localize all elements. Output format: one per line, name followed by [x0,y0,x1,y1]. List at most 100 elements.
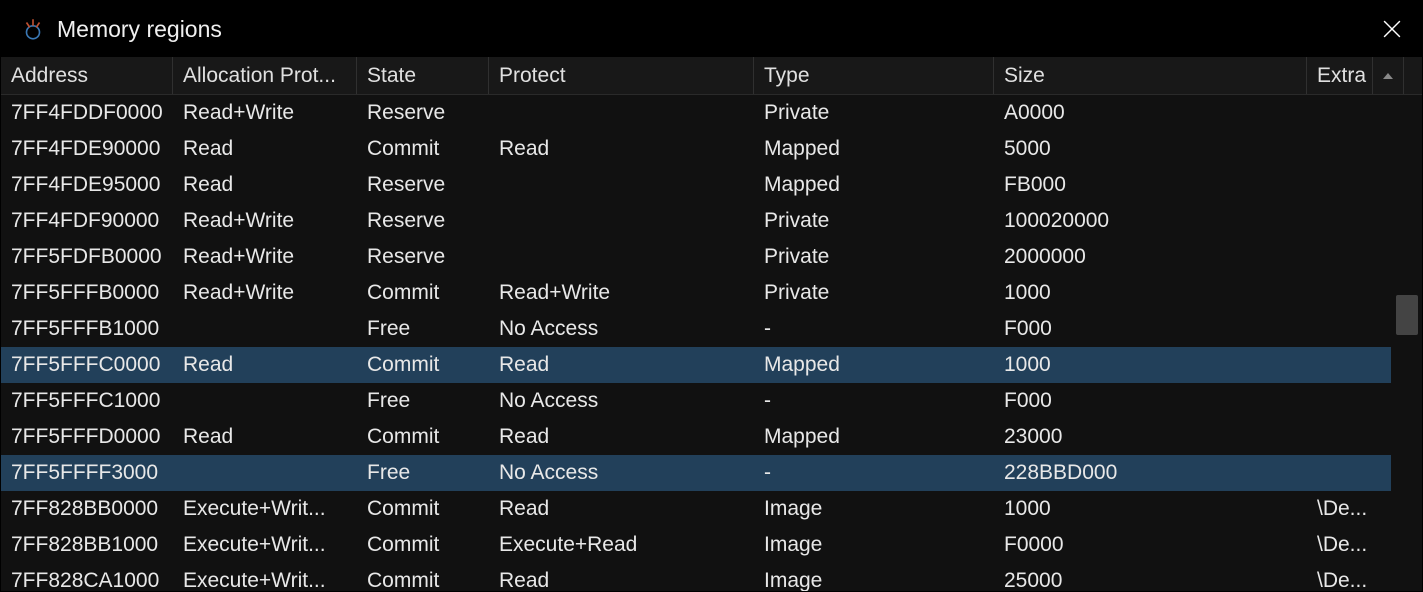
cell-state: Commit [357,527,489,563]
cell-address: 7FF5FFFC0000 [1,347,173,383]
cell-state: Commit [357,419,489,455]
cell-protect: No Access [489,311,754,347]
cell-extra [1307,311,1373,347]
cell-protect [489,203,754,239]
header-extra[interactable]: Extra [1307,57,1373,94]
table-row[interactable]: 7FF4FDE90000ReadCommitReadMapped5000 [1,131,1422,167]
cell-size: 2000000 [994,239,1307,275]
cell-size: 25000 [994,563,1307,591]
table-row[interactable]: 7FF5FDFB0000Read+WriteReservePrivate2000… [1,239,1422,275]
table-row[interactable]: 7FF5FFFB1000FreeNo Access-F000 [1,311,1422,347]
table-row[interactable]: 7FF828BB0000Execute+Writ...CommitReadIma… [1,491,1422,527]
cell-state: Free [357,311,489,347]
cell-type: Mapped [754,347,994,383]
table-row[interactable]: 7FF5FFFD0000ReadCommitReadMapped23000 [1,419,1422,455]
cell-alloc: Read [173,131,357,167]
table-row[interactable]: 7FF828CA1000Execute+Writ...CommitReadIma… [1,563,1422,591]
cell-alloc: Read+Write [173,239,357,275]
cell-size: 1000 [994,491,1307,527]
cell-state: Commit [357,131,489,167]
cell-state: Reserve [357,203,489,239]
cell-extra: \De... [1307,491,1373,527]
table-row[interactable]: 7FF4FDF90000Read+WriteReservePrivate1000… [1,203,1422,239]
cell-state: Reserve [357,239,489,275]
cell-protect: Read [489,419,754,455]
cell-alloc: Read+Write [173,95,357,131]
cell-type: Image [754,491,994,527]
cell-protect: Execute+Read [489,527,754,563]
cell-extra: \De... [1307,563,1373,591]
cell-address: 7FF5FFFD0000 [1,419,173,455]
cell-type: - [754,455,994,491]
cell-size: FB000 [994,167,1307,203]
cell-alloc: Read [173,167,357,203]
cell-protect: Read [489,347,754,383]
window-title: Memory regions [57,16,222,43]
header-address[interactable]: Address [1,57,173,94]
cell-protect: Read [489,563,754,591]
cell-size: F000 [994,383,1307,419]
cell-state: Commit [357,275,489,311]
cell-protect [489,167,754,203]
column-headers: Address Allocation Prot... State Protect… [1,57,1422,95]
cell-alloc: Read+Write [173,275,357,311]
header-protect[interactable]: Protect [489,57,754,94]
cell-address: 7FF5FFFC1000 [1,383,173,419]
table-row[interactable]: 7FF828BB1000Execute+Writ...CommitExecute… [1,527,1422,563]
cell-extra [1307,383,1373,419]
cell-protect: Read [489,491,754,527]
cell-type: Image [754,527,994,563]
cell-protect: No Access [489,383,754,419]
table-row[interactable]: 7FF4FDDF0000Read+WriteReservePrivateA000… [1,95,1422,131]
cell-extra [1307,203,1373,239]
cell-address: 7FF828BB1000 [1,527,173,563]
cell-state: Free [357,455,489,491]
cell-extra [1307,239,1373,275]
cell-size: 100020000 [994,203,1307,239]
table-row[interactable]: 7FF5FFFC1000FreeNo Access-F000 [1,383,1422,419]
cell-alloc [173,311,357,347]
table-row[interactable]: 7FF5FFFF3000FreeNo Access-228BBD000 [1,455,1422,491]
header-size[interactable]: Size [994,57,1307,94]
header-type[interactable]: Type [754,57,994,94]
cell-state: Reserve [357,95,489,131]
scrollbar-thumb[interactable] [1396,295,1418,335]
table-row[interactable]: 7FF4FDE95000ReadReserveMappedFB000 [1,167,1422,203]
scrollbar[interactable] [1391,95,1422,591]
cell-state: Free [357,383,489,419]
cell-address: 7FF828CA1000 [1,563,173,591]
cell-extra [1307,455,1373,491]
close-button[interactable] [1362,1,1422,57]
cell-address: 7FF828BB0000 [1,491,173,527]
cell-size: F0000 [994,527,1307,563]
header-allocation-protect[interactable]: Allocation Prot... [173,57,357,94]
cell-alloc: Read [173,347,357,383]
cell-size: F000 [994,311,1307,347]
cell-size: 5000 [994,131,1307,167]
cell-type: Mapped [754,419,994,455]
cell-extra [1307,131,1373,167]
cell-type: Private [754,239,994,275]
app-icon [19,15,47,43]
cell-protect: Read [489,131,754,167]
cell-alloc: Execute+Writ... [173,563,357,591]
cell-extra: \De... [1307,527,1373,563]
cell-alloc [173,383,357,419]
cell-protect: Read+Write [489,275,754,311]
cell-type: Mapped [754,131,994,167]
scroll-up-button[interactable] [1373,57,1404,94]
cell-type: Private [754,203,994,239]
cell-alloc [173,455,357,491]
table-body: 7FF4FDDF0000Read+WriteReservePrivateA000… [1,95,1422,591]
table-row[interactable]: 7FF5FFFB0000Read+WriteCommitRead+WritePr… [1,275,1422,311]
cell-address: 7FF5FFFB1000 [1,311,173,347]
cell-size: 1000 [994,347,1307,383]
cell-size: A0000 [994,95,1307,131]
cell-extra [1307,95,1373,131]
header-state[interactable]: State [357,57,489,94]
cell-protect: No Access [489,455,754,491]
cell-extra [1307,419,1373,455]
table-row[interactable]: 7FF5FFFC0000ReadCommitReadMapped1000 [1,347,1422,383]
cell-size: 228BBD000 [994,455,1307,491]
cell-protect [489,239,754,275]
